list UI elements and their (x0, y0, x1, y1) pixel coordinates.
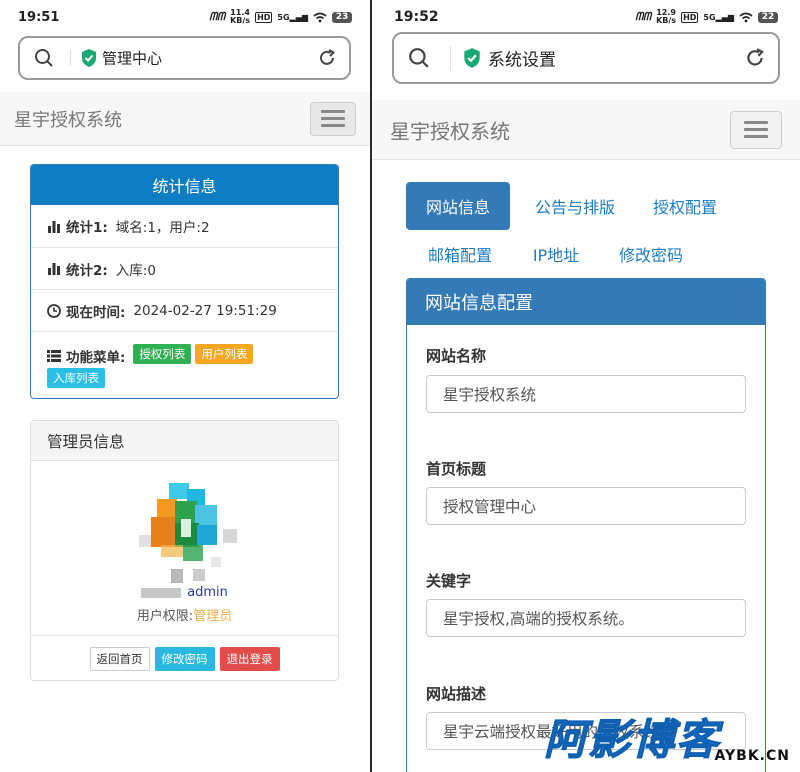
menu-toggle-button[interactable] (730, 110, 782, 149)
avatar (139, 483, 237, 583)
hd-icon: HD (255, 11, 273, 23)
clock-icon (47, 303, 61, 318)
tab-auth-config[interactable]: 授权配置 (640, 182, 730, 230)
shield-check-icon (82, 49, 96, 67)
tab-mail-config[interactable]: 邮箱配置 (406, 232, 514, 276)
admin-name-line: admin (31, 585, 338, 600)
signal-hd-icon: ᗰᗰ (209, 10, 226, 23)
watermark-domain: AYBK.CN (714, 748, 790, 764)
site-name-label: 网站名称 (426, 347, 487, 365)
page-title: 管理中心 (102, 49, 163, 68)
storage-list-link[interactable]: 入库列表 (47, 368, 105, 388)
stats-row-1-value: 域名:1，用户:2 (115, 220, 210, 236)
role-label: 用户权限: (136, 609, 194, 624)
hd-icon: HD (681, 11, 699, 23)
5g-signal-icon: 5G▂▄▆ (703, 12, 734, 22)
stats-row-2: 统计2: 入库:0 (31, 247, 338, 289)
navbar-brand[interactable]: 星宇授权系统 (390, 115, 510, 144)
description-label: 网站描述 (426, 685, 487, 703)
auth-list-link[interactable]: 授权列表 (133, 344, 192, 364)
right-screen: 19:52 ᗰᗰ 12.9 KB/s HD 5G▂▄▆ 22 系统设置 星宇授权系… (372, 0, 800, 772)
admin-actions: 返回首页 修改密码 退出登录 (31, 635, 338, 680)
net-speed: 12.9 KB/s (656, 8, 677, 25)
navbar: 星宇授权系统 (0, 92, 370, 146)
5g-signal-icon: 5G▂▄▆ (277, 12, 308, 22)
keywords-input[interactable]: 星宇授权,高端的授权系统。 (426, 599, 746, 637)
wifi-icon (313, 12, 327, 22)
search-icon[interactable] (34, 48, 54, 68)
home-title-label: 首页标题 (426, 460, 487, 478)
address-divider (450, 46, 451, 70)
status-icons: ᗰᗰ 11.4 KB/s HD 5G▂▄▆ 23 (209, 9, 352, 25)
signal-hd-icon: ᗰᗰ (635, 10, 652, 23)
search-icon[interactable] (408, 47, 430, 69)
admin-username: admin (187, 585, 228, 600)
navbar-brand[interactable]: 星宇授权系统 (14, 106, 122, 132)
reload-icon[interactable] (317, 48, 337, 68)
stats-panel: 统计信息 统计1: 域名:1，用户:2 统计2: 入库:0 现在时间: 2024… (30, 164, 339, 399)
watermark-logo: 阿影博客 AYBK.CN (543, 706, 794, 770)
watermark-text: 阿影博客 (543, 715, 721, 765)
current-time-value: 2024-02-27 19:51:29 (133, 302, 277, 319)
shield-check-icon (464, 48, 480, 68)
home-title-input[interactable]: 授权管理中心 (426, 487, 746, 525)
admin-role-line: 用户权限:管理员 (31, 605, 338, 624)
stats-row-menu: 功能菜单: 授权列表 用户列表 入库列表 (31, 331, 338, 398)
status-time: 19:51 (18, 9, 60, 25)
stats-row-1-label: 统计1: (66, 220, 108, 236)
back-home-button[interactable]: 返回首页 (89, 646, 150, 671)
address-divider (70, 50, 71, 66)
stats-row-1: 统计1: 域名:1，用户:2 (31, 205, 338, 247)
page-title: 系统设置 (488, 50, 556, 71)
list-icon (47, 350, 61, 362)
address-bar[interactable]: 系统设置 (392, 32, 780, 84)
site-config-panel: 网站信息配置 网站名称 星宇授权系统 首页标题 授权管理中心 关键字 星宇授权,… (406, 278, 766, 772)
admin-panel-title: 管理员信息 (31, 421, 338, 461)
menu-toggle-button[interactable] (310, 101, 356, 136)
net-speed: 11.4 KB/s (230, 8, 251, 25)
bar-chart-icon (48, 263, 60, 275)
navbar: 星宇授权系统 (372, 100, 800, 160)
status-time: 19:52 (394, 9, 439, 25)
logout-button[interactable]: 退出登录 (219, 646, 280, 671)
address-bar[interactable]: 管理中心 (18, 36, 351, 80)
tab-change-password[interactable]: 修改密码 (604, 232, 698, 276)
admin-panel: 管理员信息 admin 用户权限:管理员 返回首页 修改密码 退出登录 (30, 420, 339, 681)
keywords-label: 关键字 (426, 572, 472, 590)
bar-chart-icon (48, 220, 60, 233)
change-password-button[interactable]: 修改密码 (154, 646, 215, 671)
current-time-label: 现在时间: (66, 304, 126, 321)
tab-site-info[interactable]: 网站信息 (406, 182, 510, 230)
user-list-link[interactable]: 用户列表 (195, 344, 254, 364)
stats-panel-title: 统计信息 (31, 165, 338, 205)
site-name-input[interactable]: 星宇授权系统 (426, 375, 746, 413)
battery-icon: 23 (332, 11, 352, 23)
stats-row-2-value: 入库:0 (115, 262, 156, 279)
stats-row-time: 现在时间: 2024-02-27 19:51:29 (31, 289, 338, 331)
left-screen: 19:51 ᗰᗰ 11.4 KB/s HD 5G▂▄▆ 23 管理中心 星宇授权系… (0, 0, 370, 772)
menu-label: 功能菜单: (66, 350, 126, 366)
status-bar: 19:51 ᗰᗰ 11.4 KB/s HD 5G▂▄▆ 23 (0, 0, 370, 34)
reload-icon[interactable] (744, 47, 766, 69)
battery-icon: 22 (758, 11, 778, 23)
tab-ip-address[interactable]: IP地址 (520, 232, 592, 276)
site-config-title: 网站信息配置 (407, 279, 765, 325)
role-value: 管理员 (193, 609, 233, 624)
status-icons: ᗰᗰ 12.9 KB/s HD 5G▂▄▆ 22 (635, 9, 778, 25)
tab-notice-layout[interactable]: 公告与排版 (520, 182, 630, 230)
status-bar: 19:52 ᗰᗰ 12.9 KB/s HD 5G▂▄▆ 22 (372, 0, 800, 34)
wifi-icon (739, 12, 753, 22)
stats-row-2-label: 统计2: (66, 262, 108, 279)
